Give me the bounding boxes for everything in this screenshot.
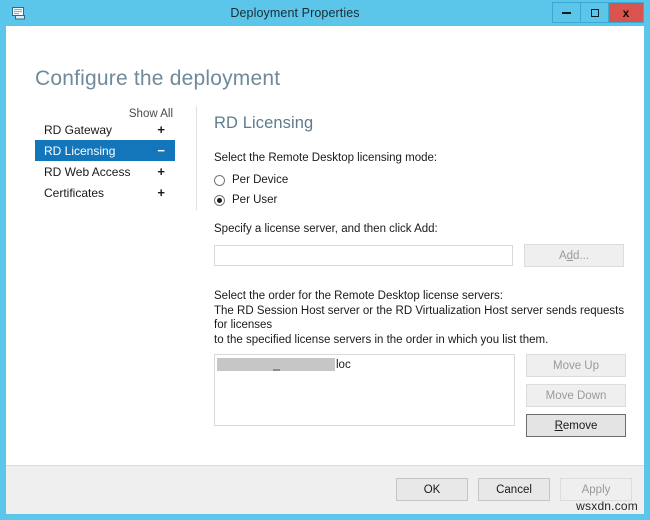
sidebar-item-label: RD Licensing (44, 144, 115, 158)
license-order-description: Select the order for the Remote Desktop … (214, 289, 634, 347)
expand-plus-icon[interactable]: + (157, 165, 167, 178)
expand-plus-icon[interactable]: + (157, 123, 167, 136)
radio-per-device[interactable]: Per Device (214, 174, 634, 186)
licensing-mode-label: Select the Remote Desktop licensing mode… (214, 151, 634, 166)
maximize-button[interactable] (581, 3, 609, 22)
sidebar-item-rd-licensing[interactable]: RD Licensing − (35, 140, 175, 161)
page-title: Configure the deployment (35, 67, 280, 91)
sidebar-item-certificates[interactable]: Certificates + (35, 182, 175, 203)
redacted-server-name (217, 358, 335, 371)
title-bar: Deployment Properties x (6, 0, 644, 26)
minimize-button[interactable] (553, 3, 581, 22)
sidebar-item-label: RD Web Access (44, 165, 130, 179)
cancel-button[interactable]: Cancel (478, 478, 550, 501)
sidebar: Show All RD Gateway + RD Licensing − RD … (35, 104, 175, 203)
order-description-line2: to the specified license servers in the … (214, 333, 634, 348)
main-panel: RD Licensing Select the Remote Desktop l… (214, 114, 634, 444)
list-action-buttons: Move Up Move Down Remove (526, 354, 626, 444)
license-servers-listbox[interactable]: loc (214, 354, 515, 426)
watermark: wsxdn.com (576, 499, 638, 513)
order-description-line1: The RD Session Host server or the RD Vir… (214, 304, 634, 333)
ok-button[interactable]: OK (396, 478, 468, 501)
radio-icon[interactable] (214, 175, 225, 186)
deployment-properties-window: Deployment Properties x Configure the de… (0, 0, 650, 520)
close-button[interactable]: x (609, 3, 643, 22)
radio-per-device-label: Per Device (232, 174, 288, 186)
collapse-minus-icon[interactable]: − (157, 144, 167, 157)
radio-selected-icon[interactable] (214, 195, 225, 206)
apply-button[interactable]: Apply (560, 478, 632, 501)
list-item-label: loc (336, 359, 351, 371)
dialog-footer: OK Cancel Apply wsxdn.com (6, 465, 644, 514)
radio-per-user[interactable]: Per User (214, 194, 634, 206)
client-area: Configure the deployment Show All RD Gat… (6, 26, 644, 514)
radio-per-user-label: Per User (232, 194, 277, 206)
deployment-properties-icon (10, 4, 28, 22)
sidebar-divider (196, 106, 197, 210)
sidebar-item-label: RD Gateway (44, 123, 112, 137)
expand-plus-icon[interactable]: + (157, 186, 167, 199)
window-controls: x (552, 2, 644, 23)
sidebar-item-rd-web-access[interactable]: RD Web Access + (35, 161, 175, 182)
move-down-button[interactable]: Move Down (526, 384, 626, 407)
move-up-button[interactable]: Move Up (526, 354, 626, 377)
section-title: RD Licensing (214, 114, 634, 133)
sidebar-item-label: Certificates (44, 186, 104, 200)
license-servers-area: loc Move Up Move Down Remove (214, 354, 634, 444)
footer-buttons: OK Cancel Apply (386, 478, 632, 501)
license-server-input[interactable] (214, 245, 513, 266)
window-title: Deployment Properties (6, 6, 644, 20)
specify-license-server-label: Specify a license server, and then click… (214, 222, 634, 237)
sidebar-item-rd-gateway[interactable]: RD Gateway + (35, 119, 175, 140)
add-button[interactable]: Add... (524, 244, 624, 267)
list-item[interactable]: loc (217, 357, 512, 372)
remove-button[interactable]: Remove (526, 414, 626, 437)
order-label: Select the order for the Remote Desktop … (214, 289, 634, 304)
show-all-link[interactable]: Show All (129, 108, 173, 120)
show-all-row: Show All (35, 104, 175, 119)
license-server-row: Add... (214, 244, 634, 267)
